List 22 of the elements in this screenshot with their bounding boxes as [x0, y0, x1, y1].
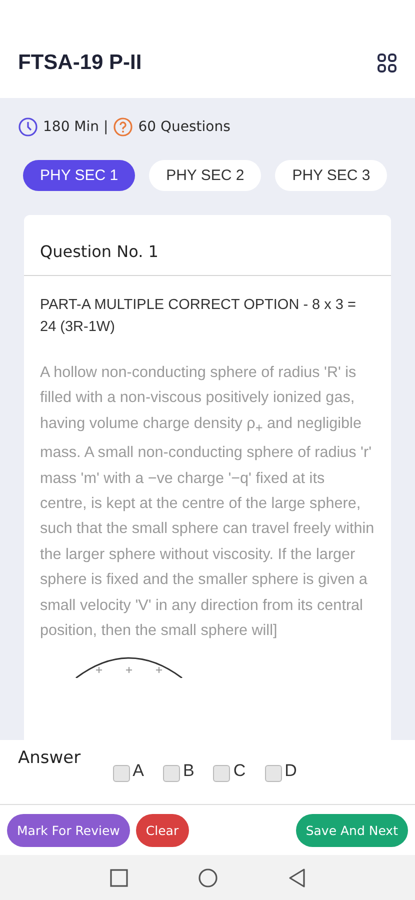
home-icon[interactable]	[198, 868, 218, 888]
action-button[interactable]: Mark For Review	[7, 814, 130, 846]
option-checkbox[interactable]: D	[264, 760, 297, 782]
section-tab[interactable]: PHY SEC 3	[275, 160, 388, 191]
section-heading: PART-A MULTIPLE CORRECT OPTION - 8 x 3 = 24 (3R-1W)	[40, 296, 357, 337]
action-button[interactable]: Clear	[136, 814, 189, 846]
duration-text: 180 Min |	[43, 119, 108, 135]
questions-count: 60 Questions	[138, 119, 230, 135]
option-checkbox[interactable]: A	[112, 760, 144, 782]
option-checkbox[interactable]: B	[162, 760, 194, 782]
answer-label: Answer	[18, 748, 81, 770]
option-checkbox[interactable]: C	[213, 760, 246, 782]
page-title: FTSA-19 P-II	[18, 51, 142, 75]
grid-icon[interactable]	[377, 53, 397, 73]
question-mark-icon	[113, 117, 134, 137]
section-tab[interactable]: PHY SEC 1	[23, 160, 136, 191]
question-text: A hollow non-conducting sphere of radius 'R' is filled with a non-viscous positively ionized gas, having volume charge density ρ$_{+}$ and negligible mass. A small non-conducting sphere of radius 'r' mass 'm' with a −ve charge '−q' fixed at its centre, is kept at the centre of the large sphere, such that the small sphere can travel freely within the larger sphere without viscosity. If the larger sphere is fixed and the smaller sphere is given a small velocity 'V' in any direction from its central position, then the small sphere will]	[40, 363, 375, 642]
question-number: Question No. 1	[24, 215, 391, 276]
clock-icon	[18, 117, 38, 137]
section-tab[interactable]: PHY SEC 2	[149, 160, 262, 191]
recents-icon[interactable]	[110, 868, 128, 886]
back-icon[interactable]	[288, 868, 306, 888]
